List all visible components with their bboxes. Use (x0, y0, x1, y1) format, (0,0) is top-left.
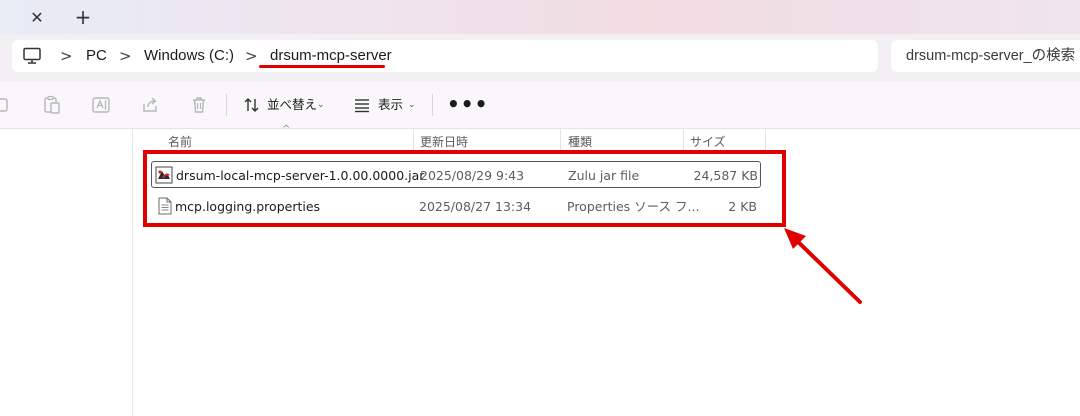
toolbar-divider (432, 94, 433, 116)
copy-icon[interactable] (0, 95, 12, 115)
share-icon[interactable] (140, 95, 160, 115)
chevron-right-icon[interactable]: > (60, 40, 73, 72)
view-icon (355, 99, 369, 113)
pc-icon[interactable] (22, 47, 42, 65)
plus-icon: + (74, 5, 92, 29)
search-input[interactable]: drsum-mcp-server_の検索 (891, 40, 1080, 72)
chevron-down-icon: ⌄ (408, 100, 416, 110)
sort-label: 並べ替え (267, 97, 318, 112)
new-tab-button[interactable]: + (68, 4, 98, 30)
breadcrumb-drive[interactable]: Windows (C:) (144, 40, 234, 72)
more-options-button[interactable]: ••• (447, 82, 488, 128)
paste-icon[interactable] (42, 95, 62, 115)
sort-ascending-icon: ^ (282, 124, 291, 135)
breadcrumb-pc[interactable]: PC (86, 40, 107, 72)
view-label: 表示 (378, 97, 404, 112)
annotation-highlight-box (143, 150, 786, 227)
address-row: > PC > Windows (C:) > drsum-mcp-server d… (0, 34, 1080, 82)
chevron-down-icon: ⌄ (317, 100, 325, 110)
chevron-right-icon[interactable]: > (245, 40, 258, 72)
navigation-pane[interactable] (0, 129, 133, 416)
sort-button[interactable]: 並べ替え ⌄ (238, 82, 330, 128)
delete-icon[interactable] (189, 95, 209, 115)
command-bar: 並べ替え ⌄ 表示 ⌄ ••• (0, 82, 1080, 129)
close-icon: ✕ (30, 7, 44, 27)
view-button[interactable]: 表示 ⌄ (350, 82, 422, 128)
sort-icon (244, 98, 259, 112)
title-bar: ✕ + (0, 0, 1080, 34)
address-bar[interactable]: > PC > Windows (C:) > drsum-mcp-server (12, 40, 878, 72)
rename-icon[interactable] (91, 95, 111, 115)
close-tab-button[interactable]: ✕ (22, 4, 52, 30)
toolbar-divider (226, 94, 227, 116)
annotation-underline (259, 65, 385, 68)
chevron-right-icon[interactable]: > (119, 40, 132, 72)
